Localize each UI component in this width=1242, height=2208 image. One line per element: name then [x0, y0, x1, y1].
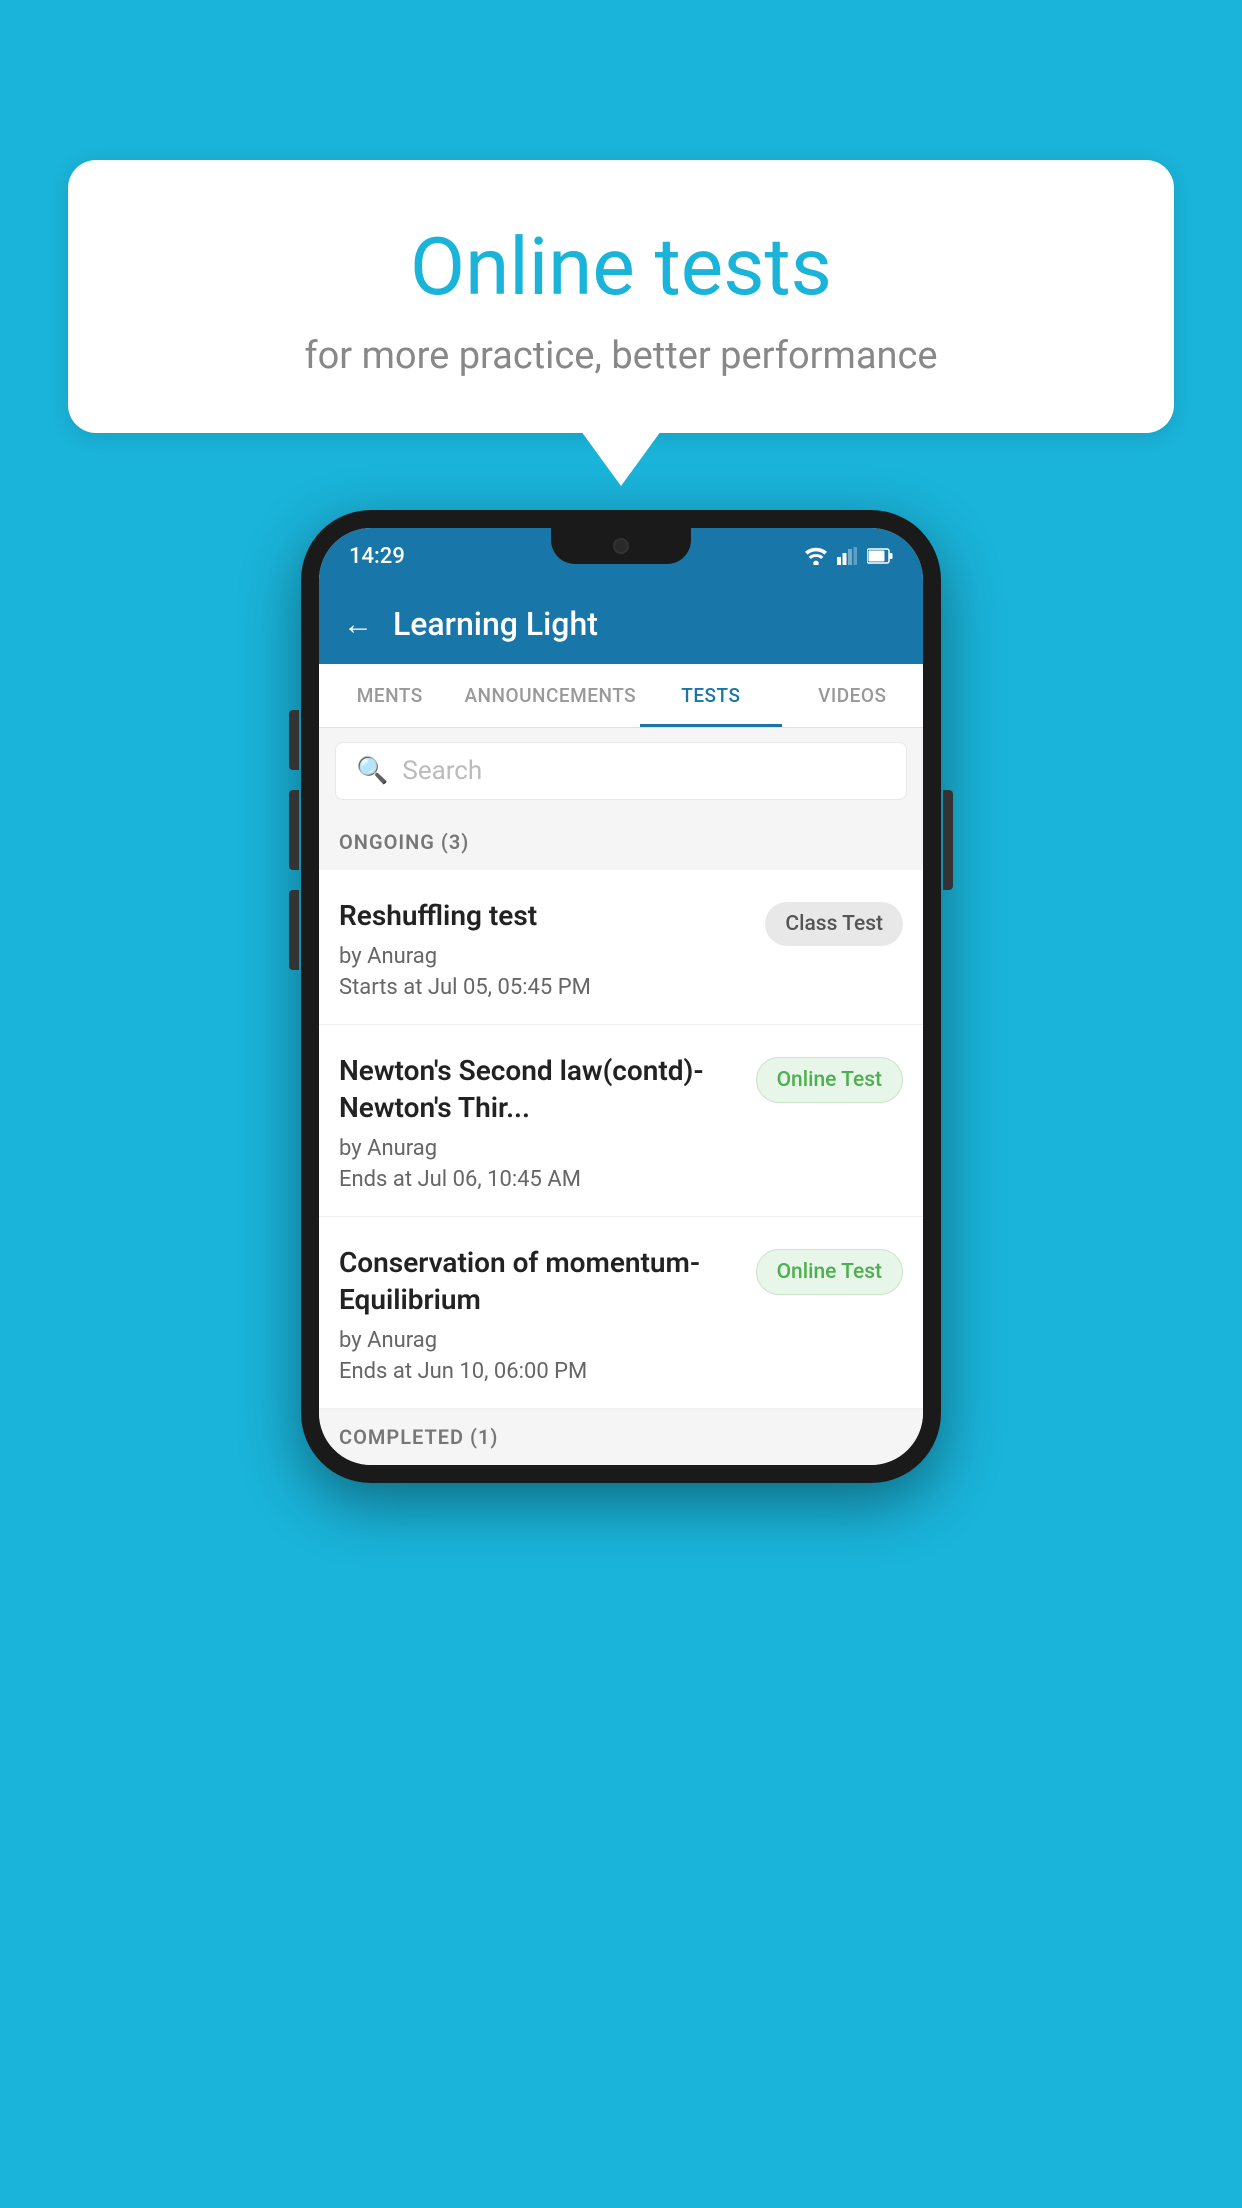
- test-by: by Anurag: [339, 944, 749, 969]
- completed-section-header: COMPLETED (1): [319, 1409, 923, 1465]
- wifi-icon: [805, 547, 827, 565]
- search-bar-container: 🔍 Search: [319, 728, 923, 814]
- app-header: ← Learning Light: [319, 584, 923, 664]
- test-item[interactable]: Newton's Second law(contd)-Newton's Thir…: [319, 1025, 923, 1217]
- test-list: Reshuffling test by Anurag Starts at Jul…: [319, 870, 923, 1409]
- test-item-content: Conservation of momentum-Equilibrium by …: [339, 1245, 740, 1384]
- test-item-content: Newton's Second law(contd)-Newton's Thir…: [339, 1053, 740, 1192]
- phone-container: 14:29: [301, 510, 941, 1483]
- speech-bubble-tail: [581, 431, 661, 486]
- side-button-3: [289, 890, 299, 970]
- tab-videos[interactable]: VIDEOS: [782, 664, 923, 727]
- ongoing-section-header: ONGOING (3): [319, 814, 923, 870]
- search-bar[interactable]: 🔍 Search: [335, 742, 907, 800]
- test-name: Reshuffling test: [339, 898, 749, 934]
- status-time: 14:29: [349, 544, 405, 569]
- search-icon: 🔍: [356, 756, 388, 786]
- test-time: Ends at Jul 06, 10:45 AM: [339, 1167, 740, 1192]
- signal-icon: [837, 547, 857, 565]
- tab-announcements[interactable]: ANNOUNCEMENTS: [460, 664, 640, 727]
- test-name: Conservation of momentum-Equilibrium: [339, 1245, 740, 1318]
- side-button-1: [289, 710, 299, 770]
- speech-bubble: Online tests for more practice, better p…: [68, 160, 1174, 433]
- tabs-container: MENTS ANNOUNCEMENTS TESTS VIDEOS: [319, 664, 923, 728]
- test-badge: Online Test: [756, 1249, 903, 1295]
- test-badge: Class Test: [765, 902, 903, 946]
- test-badge: Online Test: [756, 1057, 903, 1103]
- tab-tests[interactable]: TESTS: [640, 664, 781, 727]
- test-time: Ends at Jun 10, 06:00 PM: [339, 1359, 740, 1384]
- side-button-2: [289, 790, 299, 870]
- tab-ments[interactable]: MENTS: [319, 664, 460, 727]
- test-name: Newton's Second law(contd)-Newton's Thir…: [339, 1053, 740, 1126]
- test-item-content: Reshuffling test by Anurag Starts at Jul…: [339, 898, 749, 1000]
- test-item[interactable]: Reshuffling test by Anurag Starts at Jul…: [319, 870, 923, 1025]
- test-by: by Anurag: [339, 1328, 740, 1353]
- status-bar: 14:29: [319, 528, 923, 584]
- test-by: by Anurag: [339, 1136, 740, 1161]
- side-button-right: [943, 790, 953, 890]
- phone-screen: 14:29: [319, 528, 923, 1465]
- notch: [551, 528, 691, 564]
- status-icons: [805, 547, 893, 565]
- back-button[interactable]: ←: [343, 607, 373, 642]
- test-time: Starts at Jul 05, 05:45 PM: [339, 975, 749, 1000]
- search-placeholder: Search: [402, 756, 482, 786]
- app-title: Learning Light: [393, 605, 598, 643]
- speech-bubble-container: Online tests for more practice, better p…: [68, 160, 1174, 486]
- phone-frame: 14:29: [301, 510, 941, 1483]
- test-item[interactable]: Conservation of momentum-Equilibrium by …: [319, 1217, 923, 1409]
- battery-icon: [867, 548, 893, 564]
- speech-bubble-subtitle: for more practice, better performance: [148, 334, 1094, 378]
- notch-camera: [613, 538, 629, 554]
- speech-bubble-title: Online tests: [148, 220, 1094, 314]
